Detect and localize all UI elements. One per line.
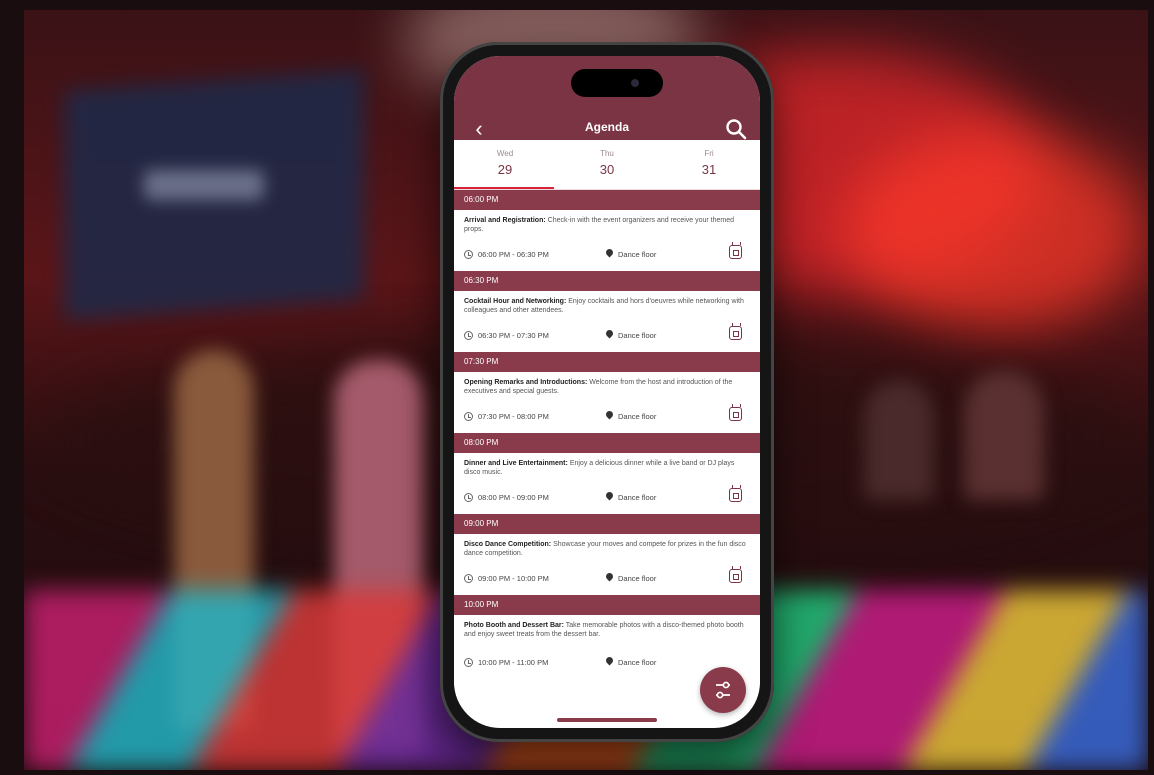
event-description: Disco Dance Competition: Showcase your m… bbox=[464, 540, 750, 558]
event-location: Dance floor bbox=[618, 250, 657, 259]
event-meta: 06:30 PM - 07:30 PM Dance floor bbox=[464, 323, 750, 344]
day-date: 30 bbox=[599, 162, 615, 177]
home-indicator bbox=[557, 718, 657, 722]
clock-icon bbox=[464, 250, 473, 259]
event-location: Dance floor bbox=[618, 574, 657, 583]
clock-icon bbox=[464, 412, 473, 421]
location-pin-icon bbox=[604, 655, 615, 666]
event-time: 07:30 PM - 08:00 PM bbox=[478, 412, 549, 421]
time-section-header: 10:00 PM bbox=[454, 595, 760, 615]
day-name: Thu bbox=[600, 149, 614, 158]
event-title: Disco Dance Competition: bbox=[464, 541, 552, 548]
event-description: Photo Booth and Dessert Bar: Take memora… bbox=[464, 621, 750, 639]
event-meta: 08:00 PM - 09:00 PM Dance floor bbox=[464, 485, 750, 506]
filter-sliders-icon bbox=[716, 681, 730, 699]
day-name: Wed bbox=[496, 149, 514, 158]
location-pin-icon bbox=[604, 247, 615, 258]
location-pin-icon bbox=[604, 409, 615, 420]
search-icon[interactable] bbox=[724, 117, 748, 141]
agenda-item[interactable]: Dinner and Live Entertainment: Enjoy a d… bbox=[454, 453, 760, 514]
day-date: 31 bbox=[701, 162, 717, 177]
calendar-add-icon[interactable] bbox=[729, 323, 742, 340]
event-location: Dance floor bbox=[618, 658, 657, 667]
clock-icon bbox=[464, 658, 473, 667]
calendar-add-icon[interactable] bbox=[729, 404, 742, 421]
event-description: Arrival and Registration: Check-in with … bbox=[464, 216, 750, 234]
time-section-header: 06:30 PM bbox=[454, 271, 760, 291]
page-title: Agenda bbox=[584, 120, 629, 134]
filter-fab-button[interactable] bbox=[700, 667, 746, 713]
location-pin-icon bbox=[604, 328, 615, 339]
tab-day-fri[interactable]: Fri 31 bbox=[658, 140, 760, 190]
event-location: Dance floor bbox=[618, 412, 657, 421]
event-title: Opening Remarks and Introductions: bbox=[464, 379, 588, 386]
background-logo bbox=[144, 170, 264, 200]
clock-icon bbox=[464, 574, 473, 583]
clock-icon bbox=[464, 331, 473, 340]
clock-icon bbox=[464, 493, 473, 502]
tab-day-thu[interactable]: Thu 30 bbox=[556, 140, 658, 190]
calendar-add-icon[interactable] bbox=[729, 242, 742, 259]
event-title: Cocktail Hour and Networking: bbox=[464, 298, 567, 305]
location-pin-icon bbox=[604, 571, 615, 582]
event-meta: 09:00 PM - 10:00 PM Dance floor bbox=[464, 566, 750, 587]
event-title: Arrival and Registration: bbox=[464, 217, 546, 224]
tab-day-wed[interactable]: Wed 29 bbox=[454, 140, 556, 190]
event-location: Dance floor bbox=[618, 331, 657, 340]
event-meta: 07:30 PM - 08:00 PM Dance floor bbox=[464, 404, 750, 425]
time-section-header: 08:00 PM bbox=[454, 433, 760, 453]
agenda-item[interactable]: Disco Dance Competition: Showcase your m… bbox=[454, 534, 760, 595]
location-pin-icon bbox=[604, 490, 615, 501]
dynamic-island bbox=[571, 69, 663, 97]
agenda-list: 06:00 PM Arrival and Registration: Check… bbox=[454, 190, 760, 685]
event-meta: 06:00 PM - 06:30 PM Dance floor bbox=[464, 242, 750, 263]
agenda-item[interactable]: Arrival and Registration: Check-in with … bbox=[454, 210, 760, 271]
calendar-add-icon[interactable] bbox=[729, 566, 742, 583]
phone-mockup: ‹ Agenda Wed 29 Thu 30 Fri 31 06:00 PM A… bbox=[440, 42, 774, 742]
event-description: Opening Remarks and Introductions: Welco… bbox=[464, 378, 750, 396]
phone-screen: ‹ Agenda Wed 29 Thu 30 Fri 31 06:00 PM A… bbox=[454, 56, 760, 728]
calendar-add-icon[interactable] bbox=[729, 485, 742, 502]
event-time: 06:00 PM - 06:30 PM bbox=[478, 250, 549, 259]
event-description: Dinner and Live Entertainment: Enjoy a d… bbox=[464, 459, 750, 477]
event-title: Photo Booth and Dessert Bar: bbox=[464, 622, 564, 629]
day-tabs: Wed 29 Thu 30 Fri 31 bbox=[454, 140, 760, 190]
agenda-item[interactable]: Cocktail Hour and Networking: Enjoy cock… bbox=[454, 291, 760, 352]
event-time: 09:00 PM - 10:00 PM bbox=[478, 574, 549, 583]
event-title: Dinner and Live Entertainment: bbox=[464, 460, 568, 467]
event-location: Dance floor bbox=[618, 493, 657, 502]
event-time: 10:00 PM - 11:00 PM bbox=[478, 658, 549, 667]
day-name: Fri bbox=[704, 149, 714, 158]
time-section-header: 07:30 PM bbox=[454, 352, 760, 372]
event-time: 08:00 PM - 09:00 PM bbox=[478, 493, 549, 502]
event-time: 06:30 PM - 07:30 PM bbox=[478, 331, 549, 340]
time-section-header: 09:00 PM bbox=[454, 514, 760, 534]
day-date: 29 bbox=[497, 162, 513, 177]
agenda-item[interactable]: Opening Remarks and Introductions: Welco… bbox=[454, 372, 760, 433]
event-description: Cocktail Hour and Networking: Enjoy cock… bbox=[464, 297, 750, 315]
time-section-header: 06:00 PM bbox=[454, 190, 760, 210]
